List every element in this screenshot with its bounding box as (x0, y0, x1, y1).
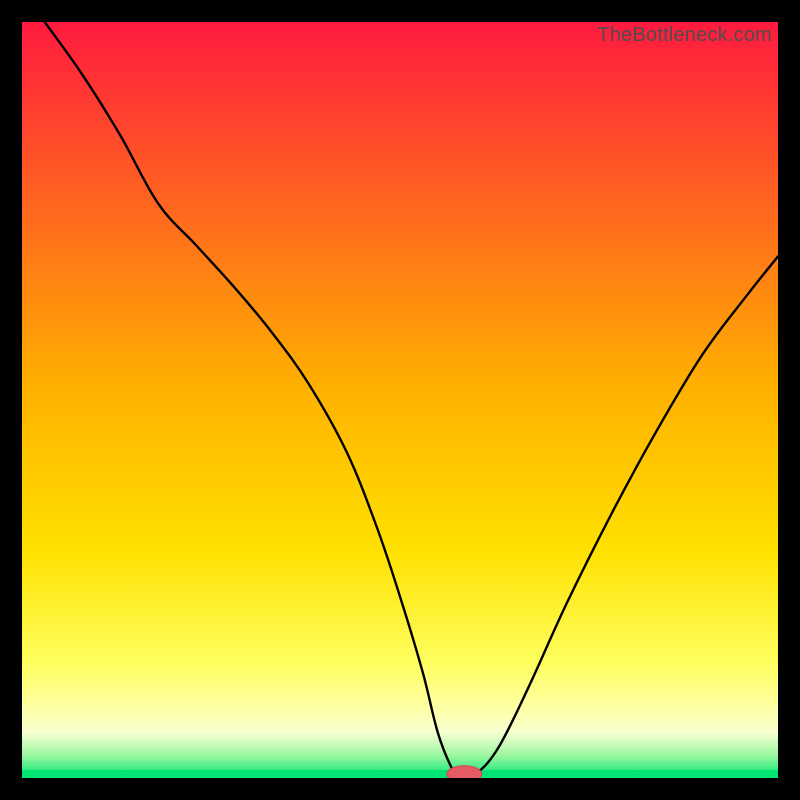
gradient-background (22, 22, 778, 778)
optimal-point-marker (447, 766, 482, 778)
plot-area: TheBottleneck.com (22, 22, 778, 778)
baseline-strip (22, 770, 778, 778)
watermark-text: TheBottleneck.com (597, 24, 772, 47)
chart-svg (22, 22, 778, 778)
chart-frame: TheBottleneck.com (0, 0, 800, 800)
